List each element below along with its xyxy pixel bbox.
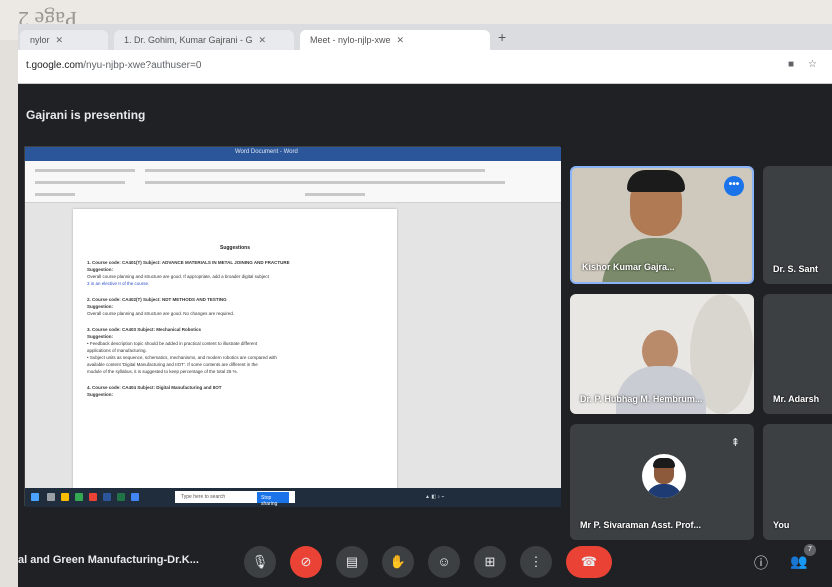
url-path: /nyu-njbp-xwe?authuser=0 <box>83 60 202 71</box>
browser-tab[interactable]: 1. Dr. Gohim, Kumar Gajrani - G ✕ <box>114 30 294 50</box>
tab-label: 1. Dr. Gohim, Kumar Gajrani - G <box>124 35 253 45</box>
close-icon[interactable]: ✕ <box>259 35 267 45</box>
camera-off-icon[interactable]: ⊘ <box>290 546 322 578</box>
bookmark-icon[interactable]: ☆ <box>808 59 817 70</box>
participant-tile-self[interactable]: You <box>763 424 832 540</box>
end-call-icon[interactable]: ☎ <box>566 546 612 578</box>
participant-name: Dr. S. Sant <box>773 264 819 274</box>
address-bar[interactable]: t.google.com/nyu-njbp-xwe?authuser=0 ■ ☆ <box>18 50 832 84</box>
ribbon-row <box>35 169 135 172</box>
people-icon[interactable]: 👥 <box>790 553 807 570</box>
browser-tab-active[interactable]: Meet - nylo-njlp-xwe ✕ <box>300 30 490 50</box>
windows-taskbar: Type here to search Stop sharing ▲ ◧ ♪ ⌁ <box>25 488 561 507</box>
laptop-screen: nylor ✕ 1. Dr. Gohim, Kumar Gajrani - G ✕ … <box>18 24 832 587</box>
ribbon-row <box>145 181 505 184</box>
word-title-bar: Word Document - Word <box>25 147 561 161</box>
presenting-bar: Gajrani is presenting <box>18 84 832 142</box>
document-line: 3. Course code: CA403 Subject: Mechanica… <box>87 327 202 332</box>
taskbar-app-icon[interactable] <box>75 493 83 501</box>
document-line: Suggestion: <box>87 267 113 272</box>
camera-indicator-icon[interactable]: ■ <box>788 59 794 70</box>
document-line: available content 'Digital Manufacturing… <box>87 362 258 367</box>
captions-icon[interactable]: ▤ <box>336 546 368 578</box>
document-line: Suggestion: <box>87 304 113 309</box>
tab-label: Meet - nylo-njlp-xwe <box>310 35 391 45</box>
participant-name: Mr P. Sivaraman Asst. Prof... <box>580 520 702 530</box>
avatar <box>642 454 686 498</box>
document-line: Suggestion: <box>87 334 113 339</box>
ribbon-row <box>305 193 365 196</box>
participant-name: Kishor Kumar Gajra... <box>582 262 675 272</box>
system-tray: ▲ ◧ ♪ ⌁ <box>425 494 445 500</box>
close-icon[interactable]: ✕ <box>56 35 64 45</box>
document-line: 3 in an elective II of the course. <box>87 281 150 286</box>
tab-label: nylor <box>30 35 50 45</box>
participant-name: Dr. P. Hubhag M. Hembrum... <box>580 394 703 404</box>
ribbon-row <box>35 181 125 184</box>
document-line: • Feedback description topic should be a… <box>87 341 258 346</box>
participant-tile[interactable]: Dr. S. Sant <box>763 166 832 284</box>
taskbar-app-icon[interactable] <box>89 493 97 501</box>
document-gap <box>87 317 383 326</box>
word-icon[interactable] <box>103 493 111 501</box>
ribbon-row <box>145 169 485 172</box>
document-line: applications of manufacturing. <box>87 348 147 353</box>
chrome-icon[interactable] <box>131 493 139 501</box>
document-gap <box>87 287 383 296</box>
pin-icon[interactable]: ⇞ <box>731 436 740 449</box>
close-icon[interactable]: ✕ <box>397 35 405 45</box>
document-heading: Suggestions <box>219 245 250 251</box>
document-line: 2. Course code: CA402(T) Subject: NDT ME… <box>87 297 227 302</box>
people-count-badge: 7 <box>804 544 816 556</box>
presenting-text: Gajrani is presenting <box>26 108 146 122</box>
document-line: module of the syllabus, it is suggested … <box>87 369 238 374</box>
browser-tab[interactable]: nylor ✕ <box>20 30 108 50</box>
participant-tile[interactable]: ••• Kishor Kumar Gajra... <box>570 166 754 284</box>
participant-tile[interactable]: Mr. Adarsh <box>763 294 832 414</box>
document-canvas: Suggestions 1. Course code: CA401(T) Sub… <box>25 203 561 499</box>
participant-tile[interactable]: ⇞ Mr P. Sivaraman Asst. Prof... <box>570 424 754 540</box>
more-options-icon[interactable]: ⋮ <box>520 546 552 578</box>
more-options-icon[interactable]: ••• <box>724 176 744 196</box>
word-ribbon <box>25 161 561 203</box>
participant-shirt <box>602 238 712 282</box>
meeting-title: al and Green Manufacturing-Dr.K... <box>18 554 199 566</box>
avatar-body <box>646 484 682 498</box>
meeting-controls: al and Green Manufacturing-Dr.K... 🎙 ⊘ ▤… <box>18 540 832 587</box>
document-line: • Subject units as sequence, schematics,… <box>87 355 277 360</box>
stop-sharing-button[interactable]: Stop sharing <box>257 492 289 507</box>
document-line: Overall course planning and structure ar… <box>87 274 269 279</box>
document-page: Suggestions 1. Course code: CA401(T) Sub… <box>73 209 397 499</box>
avatar-hair <box>653 458 675 468</box>
document-line: Suggestion: <box>87 392 113 397</box>
present-icon[interactable]: ⊞ <box>474 546 506 578</box>
participant-tile[interactable]: Dr. P. Hubhag M. Hembrum... <box>570 294 754 414</box>
meet-window: Gajrani is presenting Word Document - Wo… <box>18 84 832 587</box>
start-icon[interactable] <box>31 493 39 501</box>
emoji-icon[interactable]: ☺ <box>428 546 460 578</box>
document-line: 1. Course code: CA401(T) Subject: ADVANC… <box>87 260 290 265</box>
url-text[interactable]: t.google.com/nyu-njbp-xwe?authuser=0 <box>26 60 201 71</box>
mic-icon[interactable]: 🎙 <box>244 546 276 578</box>
browser-tab-bar: nylor ✕ 1. Dr. Gohim, Kumar Gajrani - G ✕ … <box>18 24 832 50</box>
url-host: t.google.com <box>26 60 84 71</box>
new-tab-button[interactable]: + <box>498 29 506 45</box>
shared-screen: Word Document - Word Suggestions 1. Cour… <box>24 146 561 507</box>
ribbon-row <box>35 193 75 196</box>
document-line: 4. Course code: CA404 Subject: Digital M… <box>87 385 222 390</box>
excel-icon[interactable] <box>117 493 125 501</box>
document-line: Overall course planning and structure ar… <box>87 311 235 316</box>
participant-hair <box>627 170 685 192</box>
document-gap <box>87 375 383 384</box>
participant-name: Mr. Adarsh <box>773 394 820 404</box>
folder-icon[interactable] <box>61 493 69 501</box>
participant-name: You <box>773 520 790 530</box>
taskbar-app-icon[interactable] <box>47 493 55 501</box>
word-title: Word Document - Word <box>235 149 298 155</box>
raise-hand-icon[interactable]: ✋ <box>382 546 414 578</box>
info-icon[interactable]: ⓘ <box>754 553 768 573</box>
